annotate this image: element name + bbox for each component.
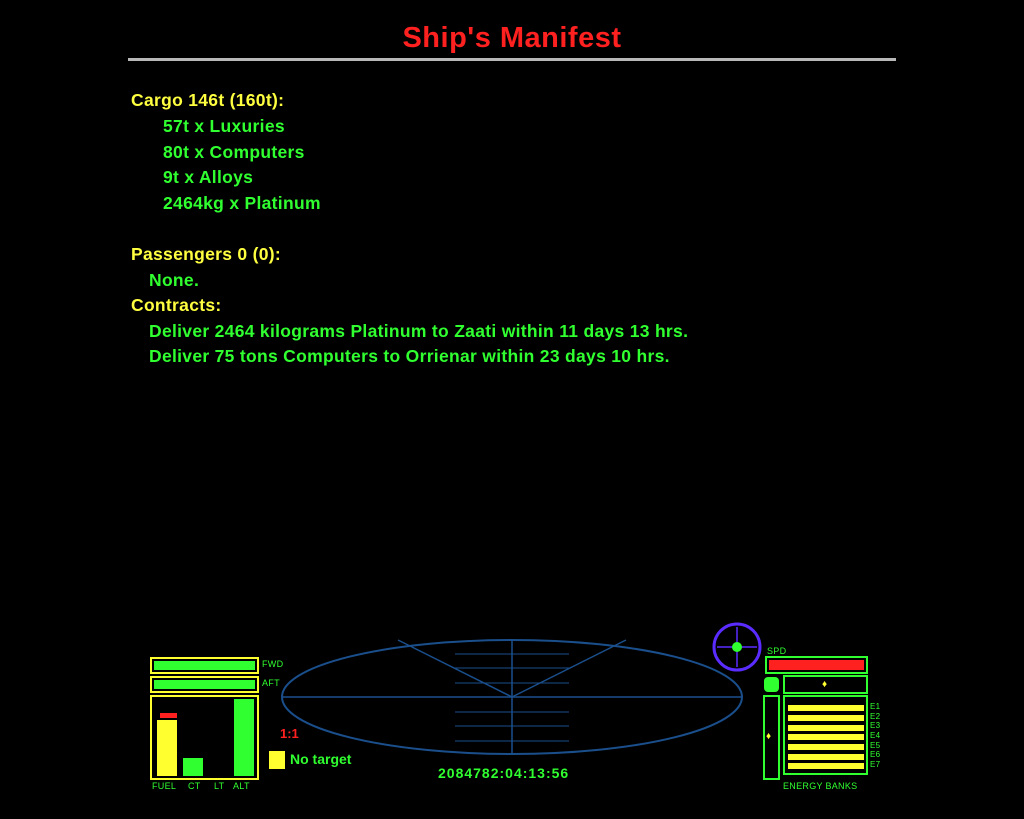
shield-aft-gauge: [150, 676, 259, 693]
energy-bank-bar: [788, 744, 864, 750]
contract-item: Deliver 75 tons Computers to Orrienar wi…: [149, 346, 670, 366]
contracts-header: Contracts:: [131, 295, 222, 315]
pitch-indicator: ♦: [763, 695, 780, 780]
title-divider: [128, 58, 896, 61]
speed-gauge: [765, 656, 868, 674]
energy-bank-label: E5: [870, 741, 881, 750]
passengers-header: Passengers 0 (0):: [131, 244, 282, 264]
roll-marker-icon: ♦: [822, 679, 828, 690]
cabin-temp-bar: [183, 758, 203, 776]
fuel-bar: [157, 720, 177, 776]
status-gauges-panel: [150, 695, 259, 780]
energy-bank-label: E2: [870, 712, 881, 721]
passenger-item: None.: [149, 270, 200, 290]
energy-banks-label: ENERGY BANKS: [783, 781, 858, 791]
energy-bank-bar: [788, 715, 864, 721]
energy-bank-label: E3: [870, 721, 881, 730]
cargo-item: 57t x Luxuries: [163, 116, 285, 136]
cabin-temp-label: CT: [188, 781, 201, 791]
energy-bank-bar: [788, 725, 864, 731]
energy-banks-panel: [783, 695, 868, 775]
energy-bank-label: E4: [870, 731, 881, 740]
shield-fwd-fill: [154, 661, 255, 670]
energy-bank-label: E7: [870, 760, 881, 769]
fuel-warning-marker: [160, 713, 177, 718]
energy-bank-bar: [788, 705, 864, 711]
altitude-label: ALT: [233, 781, 250, 791]
speed-label: SPD: [767, 646, 787, 656]
altitude-bar: [234, 699, 254, 776]
laser-temp-label: LT: [214, 781, 225, 791]
energy-bank-bar: [788, 734, 864, 740]
energy-bank-label: E1: [870, 702, 881, 711]
game-clock: 2084782:04:13:56: [438, 765, 570, 781]
cargo-header: Cargo 146t (160t):: [131, 90, 285, 110]
shield-fwd-gauge: [150, 657, 259, 674]
contract-item: Deliver 2464 kilograms Platinum to Zaati…: [149, 321, 689, 341]
cargo-item: 9t x Alloys: [163, 167, 254, 187]
roll-indicator: ♦: [783, 675, 868, 694]
energy-bank-bar: [788, 763, 864, 769]
screen-title: Ship's Manifest: [402, 22, 622, 54]
cargo-item: 80t x Computers: [163, 142, 305, 162]
status-light-icon: [764, 677, 779, 692]
radar-scanner: [281, 639, 743, 755]
cargo-item: 2464kg x Platinum: [163, 193, 321, 213]
energy-bank-label: E6: [870, 750, 881, 759]
fuel-label: FUEL: [152, 781, 177, 791]
speed-fill: [769, 660, 864, 670]
compass-icon: [712, 622, 762, 672]
shield-aft-label: AFT: [262, 678, 280, 688]
energy-bank-bar: [788, 754, 864, 760]
shield-aft-fill: [154, 680, 255, 689]
pitch-marker-icon: ♦: [766, 731, 772, 742]
